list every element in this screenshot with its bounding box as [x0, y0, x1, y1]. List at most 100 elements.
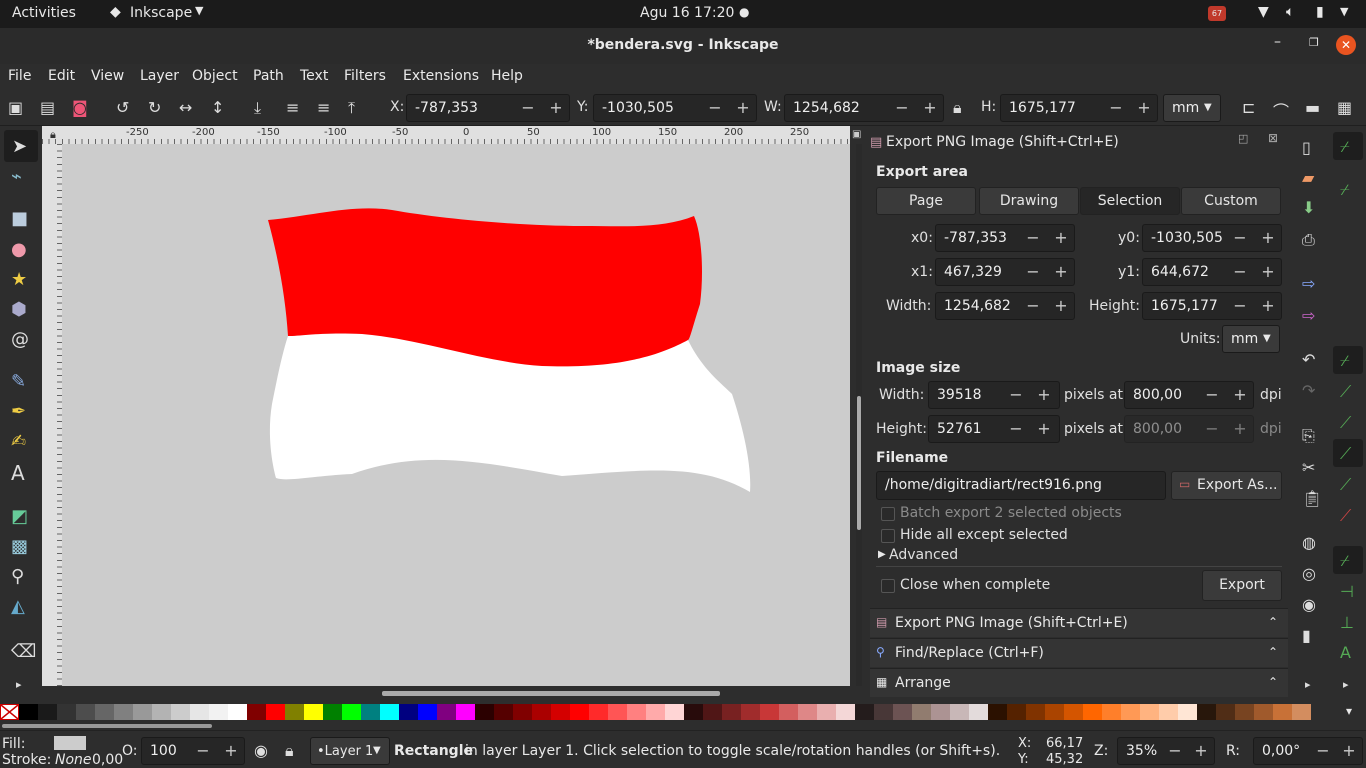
y0-value[interactable]: -1030,505 [1151, 230, 1223, 246]
menu-path[interactable]: Path [253, 68, 284, 84]
paste-icon[interactable]: 📋︎ [1302, 489, 1322, 508]
x-increment-icon[interactable]: + [545, 98, 567, 118]
color-swatch[interactable] [779, 704, 798, 720]
color-swatch[interactable] [1254, 704, 1273, 720]
color-swatch[interactable] [665, 704, 684, 720]
rotate-ccw-icon[interactable]: ↺ [116, 98, 129, 117]
lower-bottom-icon[interactable]: ⤓ [254, 98, 261, 118]
move-patterns-icon[interactable]: ▦ [1337, 98, 1352, 117]
new-document-icon[interactable]: ▯ [1302, 138, 1311, 157]
color-swatch[interactable] [722, 704, 741, 720]
color-swatch[interactable] [798, 704, 817, 720]
color-swatch[interactable] [532, 704, 551, 720]
w-decrement-icon[interactable]: − [891, 98, 913, 118]
area-selection-button[interactable]: Selection [1080, 187, 1180, 215]
clock[interactable]: Agu 16 17:20 [640, 5, 734, 21]
x0-value[interactable]: -787,353 [944, 230, 1007, 246]
opacity-decrement-icon[interactable]: − [192, 741, 214, 761]
color-swatch[interactable] [1026, 704, 1045, 720]
snap-center-icon[interactable]: ⌿ [1340, 551, 1350, 571]
close-icon[interactable]: ✕ [1336, 35, 1356, 55]
duplicate-icon[interactable]: ▮ [1302, 626, 1311, 645]
stroke-value[interactable]: None [55, 752, 92, 768]
color-swatch[interactable] [114, 704, 133, 720]
wifi-icon[interactable]: ▼ [1258, 4, 1269, 20]
color-swatch[interactable] [247, 704, 266, 720]
paint-bucket-tool-icon[interactable]: ◭ [11, 596, 25, 617]
color-swatch[interactable] [76, 704, 95, 720]
color-swatch[interactable] [209, 704, 228, 720]
rotate-cw-icon[interactable]: ↻ [148, 98, 161, 117]
x1-spinbox[interactable]: 467,329 − + [935, 258, 1075, 286]
chevron-up-icon[interactable]: ⌃ [1268, 615, 1278, 629]
dock-undock-icon[interactable]: ◰ [1238, 132, 1248, 145]
y-spinbox[interactable]: -1030,505 − + [593, 94, 757, 122]
undo-icon[interactable]: ↶ [1302, 350, 1315, 369]
palette-scrollbar[interactable] [0, 722, 1340, 728]
color-swatch[interactable] [418, 704, 437, 720]
import-icon[interactable]: ⇨ [1302, 274, 1315, 293]
color-swatch[interactable] [1064, 704, 1083, 720]
menu-object[interactable]: Object [192, 68, 238, 84]
rotate-spinbox[interactable]: 0,00° − + [1253, 737, 1363, 765]
color-swatch[interactable] [969, 704, 988, 720]
color-swatch[interactable] [1121, 704, 1140, 720]
menu-extensions[interactable]: Extensions [403, 68, 479, 84]
height-decrement-icon[interactable]: − [1229, 296, 1251, 316]
app-menu[interactable]: Inkscape [130, 5, 192, 21]
layer-lock-icon[interactable]: 🔒︎ [285, 741, 294, 761]
color-swatch[interactable] [1273, 704, 1292, 720]
snap-smooth-icon[interactable]: ⟋ [1340, 475, 1351, 495]
x-value[interactable]: -787,353 [415, 100, 478, 116]
width-decrement-icon[interactable]: − [1022, 296, 1044, 316]
y0-spinbox[interactable]: -1030,505 − + [1142, 224, 1282, 252]
y-decrement-icon[interactable]: − [704, 98, 726, 118]
system-menu-chevron-icon[interactable]: ▼ [1340, 5, 1348, 18]
color-swatch[interactable] [266, 704, 285, 720]
zoom-in-icon[interactable]: + [1190, 741, 1212, 761]
img-height-increment-icon[interactable]: + [1033, 419, 1055, 439]
snap-nodes-icon[interactable]: ⌿ [1340, 351, 1350, 371]
gradient-tool-icon[interactable]: ◩ [11, 506, 28, 527]
horizontal-scroll-thumb[interactable] [382, 691, 720, 696]
star-tool-icon[interactable]: ★ [11, 269, 27, 290]
color-swatch[interactable] [437, 704, 456, 720]
selector-tool-icon[interactable]: ➤ [12, 136, 27, 157]
canvas[interactable] [62, 144, 850, 686]
color-swatch[interactable] [228, 704, 247, 720]
color-swatch[interactable] [684, 704, 703, 720]
color-swatch[interactable] [494, 704, 513, 720]
img-height-value[interactable]: 52761 [937, 421, 982, 437]
img-width-increment-icon[interactable]: + [1033, 385, 1055, 405]
y1-value[interactable]: 644,672 [1151, 264, 1209, 280]
h-value[interactable]: 1675,177 [1009, 100, 1076, 116]
rotate-value[interactable]: 0,00° [1262, 743, 1300, 759]
dpi-decrement-icon[interactable]: − [1201, 385, 1223, 405]
menu-layer[interactable]: Layer [140, 68, 179, 84]
y0-decrement-icon[interactable]: − [1229, 228, 1251, 248]
color-swatch[interactable] [1178, 704, 1197, 720]
activities-button[interactable]: Activities [12, 5, 76, 21]
notif-badge[interactable]: 67 [1208, 6, 1226, 21]
raise-top-icon[interactable]: ⤒ [348, 98, 355, 118]
calligraphy-tool-icon[interactable]: ✍ [11, 431, 26, 452]
units-select[interactable]: mm ▼ [1222, 325, 1280, 353]
color-swatch[interactable] [361, 704, 380, 720]
color-swatch[interactable] [133, 704, 152, 720]
color-swatch[interactable] [38, 704, 57, 720]
dpi-spinbox[interactable]: 800,00 − + [1124, 381, 1254, 409]
h-increment-icon[interactable]: + [1133, 98, 1155, 118]
chevron-up-icon[interactable]: ⌃ [1268, 645, 1278, 659]
no-paint-swatch[interactable] [0, 704, 19, 720]
eye-icon[interactable]: ◉ [254, 741, 268, 760]
area-page-button[interactable]: Page [876, 187, 976, 215]
color-swatch[interactable] [874, 704, 893, 720]
img-height-decrement-icon[interactable]: − [1005, 419, 1027, 439]
x-spinbox[interactable]: -787,353 − + [406, 94, 570, 122]
x1-value[interactable]: 467,329 [944, 264, 1002, 280]
snap-bbox-icon[interactable]: ⌿ [1340, 180, 1350, 200]
y1-decrement-icon[interactable]: − [1229, 262, 1251, 282]
opacity-spinbox[interactable]: 100 − + [141, 737, 245, 765]
color-swatch[interactable] [950, 704, 969, 720]
dpi-increment-icon[interactable]: + [1229, 385, 1251, 405]
